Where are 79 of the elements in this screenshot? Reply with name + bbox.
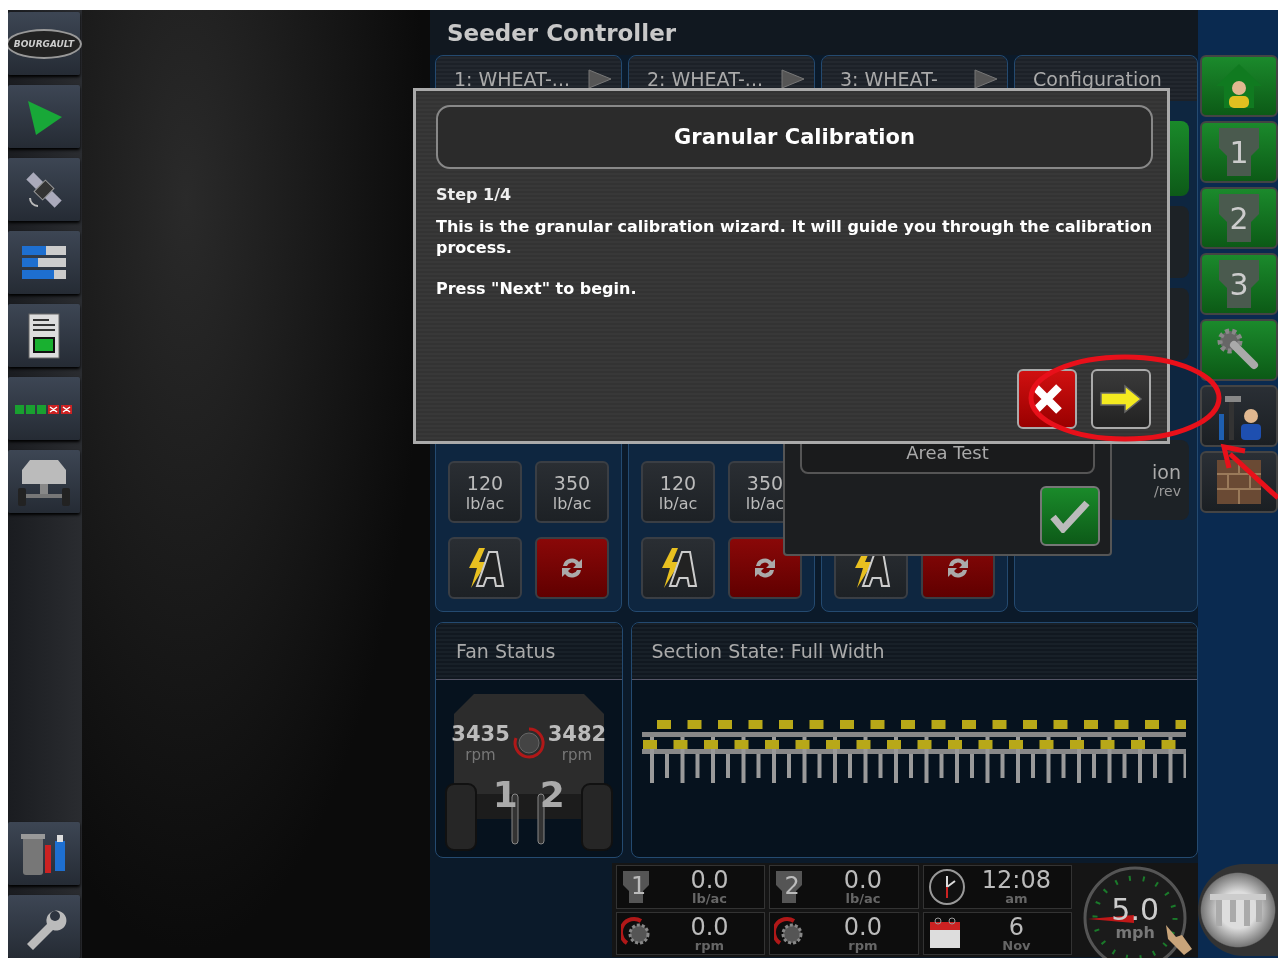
fan-speed: 0.0 (843, 914, 882, 939)
satellite-button[interactable] (8, 158, 80, 221)
fan-number: 1 (492, 774, 518, 815)
hopper-icon (621, 868, 651, 905)
rate-unit: lb/ac (691, 892, 727, 906)
side-menu-button[interactable] (1200, 385, 1278, 447)
dialog-title: Granular Calibration (436, 105, 1153, 169)
reset-button[interactable] (535, 537, 609, 599)
home-user-icon (1214, 62, 1264, 110)
sections-button[interactable] (8, 377, 80, 440)
bar-list-icon (21, 243, 67, 282)
implement-button[interactable] (1198, 864, 1278, 956)
rate-preset-button[interactable]: 350 lb/ac (535, 461, 609, 523)
dialog-message: This is the granular calibration wizard. It will guide you through the calibration process. (436, 216, 1153, 258)
calendar-icon (927, 916, 962, 951)
rate-unit: lb/ac (845, 892, 881, 906)
side-menu-button[interactable]: 2 (1200, 187, 1278, 249)
fan-speed: 3482 (547, 722, 607, 746)
panel-title: Fan Status (436, 623, 622, 680)
hopper-icon (1217, 126, 1261, 178)
hopper-icon (774, 868, 805, 905)
checkmark-icon (1050, 499, 1090, 533)
rate-preset-button[interactable]: 120 lb/ac (641, 461, 715, 523)
rate-preset-button[interactable]: 120 lb/ac (448, 461, 522, 523)
step-indicator: Step 1/4 (436, 185, 513, 204)
fan-unit: rpm (465, 746, 496, 764)
report-button[interactable] (8, 304, 80, 367)
cart-button[interactable] (8, 450, 80, 513)
setup-button[interactable] (8, 895, 80, 958)
speed-unit: mph (1115, 925, 1155, 941)
hopper-icon (1217, 192, 1261, 244)
config-unit: /rev (1153, 483, 1181, 499)
dialog-instruction: Press "Next" to begin. (436, 278, 638, 299)
product-number: 3 (1229, 266, 1249, 302)
side-menu-button[interactable]: 3 (1200, 253, 1278, 315)
side-menu-button[interactable] (1200, 451, 1278, 513)
bars-button[interactable] (8, 231, 80, 294)
play-icon (780, 67, 806, 90)
config-label: ion (1152, 461, 1181, 483)
auto-button[interactable] (641, 537, 715, 599)
fan-icon (511, 726, 546, 760)
date-month: Nov (1002, 938, 1031, 952)
guidance-button[interactable] (8, 85, 80, 148)
confirm-button[interactable] (1040, 486, 1100, 546)
product-number: 2 (1229, 200, 1249, 236)
logo: BOURGAULT (8, 28, 83, 59)
application-rate: 0.0 (690, 868, 729, 893)
right-arrow-icon (1099, 384, 1143, 414)
next-button[interactable] (1091, 369, 1151, 429)
side-menu-button[interactable] (1200, 55, 1278, 117)
play-icon (973, 67, 999, 90)
screen-title: Seeder Controller (430, 10, 1198, 55)
product-number: 1 (1229, 134, 1249, 170)
clock-time: 12:08 (981, 868, 1051, 893)
product-number: 2 (784, 872, 800, 900)
application-rate: 0.0 (843, 868, 882, 893)
reset-button[interactable] (728, 537, 802, 599)
fan-number: 2 (539, 774, 565, 815)
panel-title: Section State: Full Width (631, 623, 1197, 680)
fan-unit: rpm (848, 938, 878, 952)
time-period: am (1005, 892, 1028, 906)
fan-unit: rpm (561, 746, 593, 764)
auto-button[interactable] (448, 537, 522, 599)
product-number: 1 (631, 872, 647, 900)
fan-speed: 0.0 (690, 914, 729, 939)
play-icon (587, 67, 613, 90)
fan-unit: rpm (694, 938, 725, 952)
side-menu-button[interactable] (1200, 319, 1278, 381)
annotation-arrow (1220, 443, 1278, 500)
date-day: 6 (1008, 914, 1025, 939)
logo-button[interactable]: BOURGAULT (8, 12, 80, 75)
section-status-icon (14, 402, 74, 415)
fan-speed: 3435 (451, 722, 510, 746)
side-menu-button[interactable]: 1 (1200, 121, 1278, 183)
document-icon (28, 312, 60, 359)
file-manager-button[interactable] (8, 822, 80, 885)
speed-value: 5.0 (1111, 895, 1160, 925)
config-tile[interactable]: ion /rev (1109, 440, 1189, 520)
hopper-icon (1217, 258, 1261, 310)
